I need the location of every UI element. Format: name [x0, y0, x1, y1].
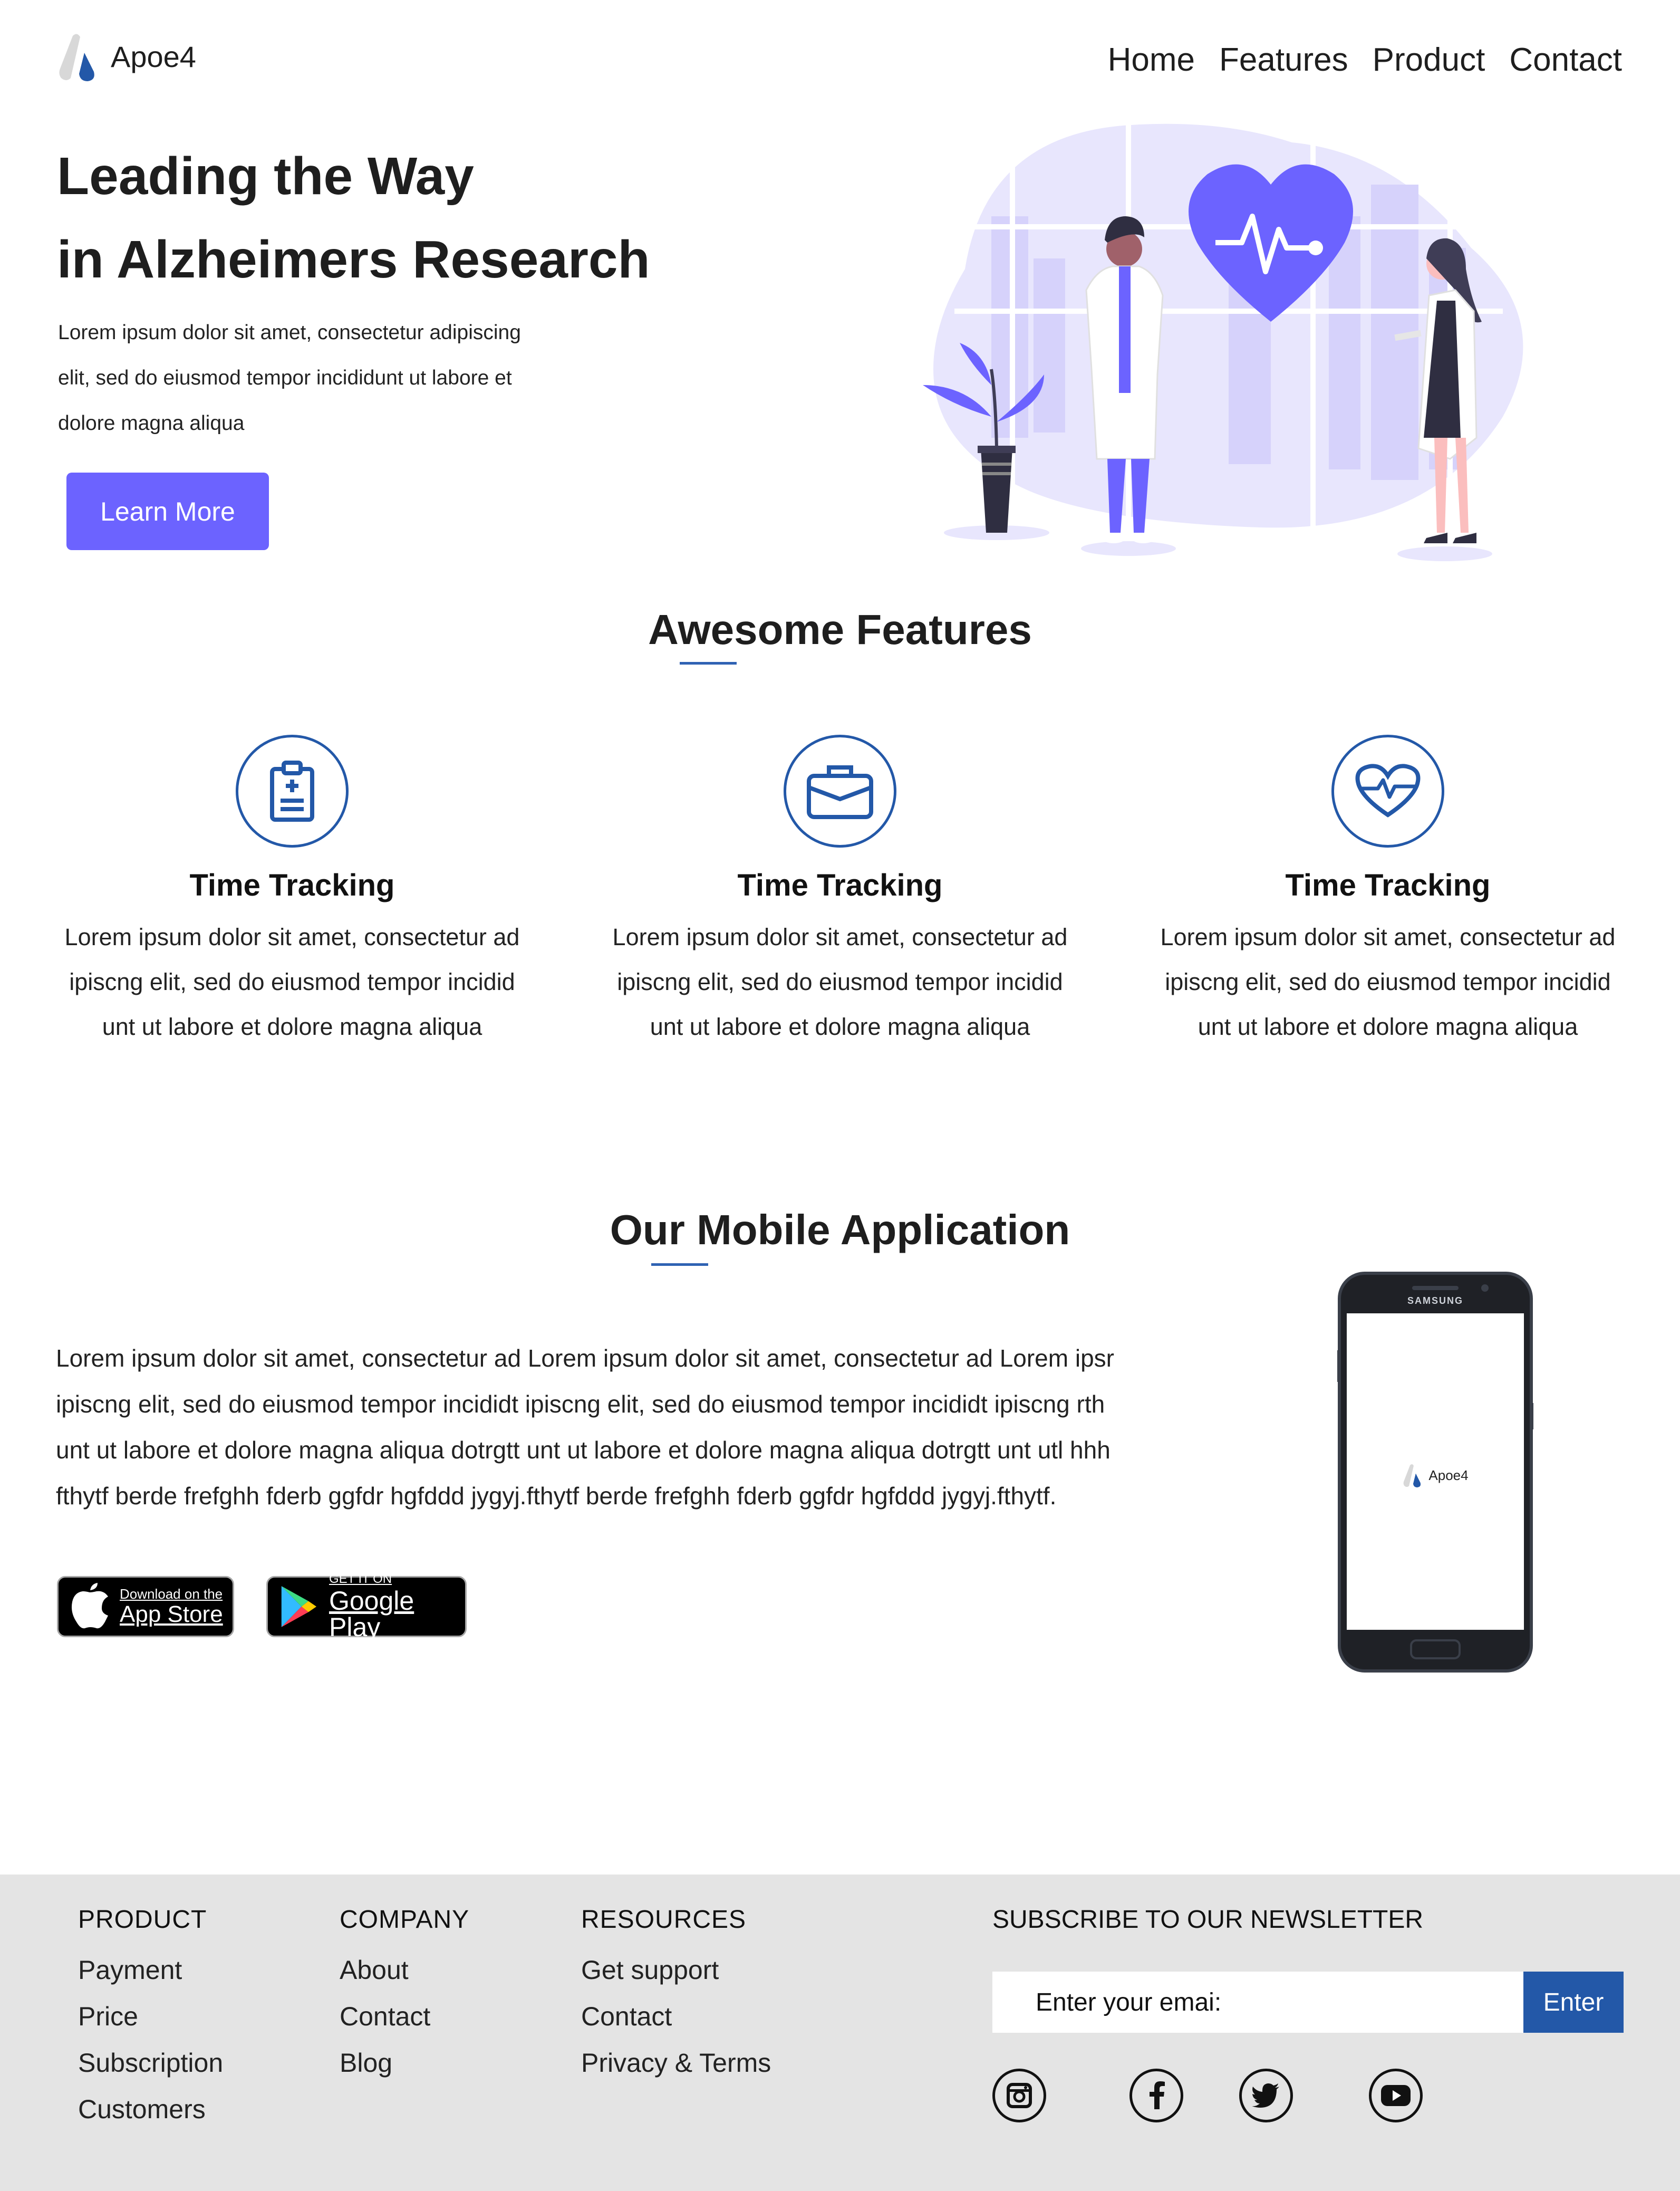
google-play-small-text: GET IT ON: [329, 1572, 392, 1586]
google-play-big-text: Google Play: [329, 1586, 414, 1642]
feature-icon-circle: [1331, 735, 1444, 848]
feature-description: Lorem ipsum dolor sit amet, consectetur …: [612, 924, 1068, 1040]
feature-title: Time Tracking: [189, 868, 395, 902]
brand-logo[interactable]: Apoe4: [57, 32, 196, 81]
hero-desc-line3: dolore magna aliqua: [58, 412, 245, 435]
footer-resources-heading: RESOURCES: [581, 1906, 747, 1934]
apoe4-logo-icon: [1403, 1464, 1421, 1487]
mobile-app-title: Our Mobile Application: [610, 1206, 1070, 1253]
footer-link-customers[interactable]: Customers: [78, 2096, 223, 2123]
nav-product[interactable]: Product: [1373, 41, 1485, 79]
feature-icon-circle: [236, 735, 349, 848]
features-title-underline: [680, 662, 737, 665]
features-title: Awesome Features: [648, 606, 1032, 653]
youtube-link[interactable]: [1369, 2069, 1423, 2122]
clipboard-medical-icon: [270, 761, 314, 822]
nav-features[interactable]: Features: [1219, 41, 1348, 79]
feature-description: Lorem ipsum dolor sit amet, consectetur …: [1160, 924, 1616, 1040]
newsletter-enter-button[interactable]: Enter: [1523, 1972, 1624, 2033]
youtube-icon: [1381, 2085, 1411, 2106]
heart-pulse-icon: [1355, 764, 1421, 818]
phone-app-name: Apoe4: [1428, 1467, 1469, 1483]
feature-title: Time Tracking: [737, 868, 943, 902]
footer-link-price[interactable]: Price: [78, 2003, 223, 2030]
mobile-app-description: Lorem ipsum dolor sit amet, consectetur …: [56, 1344, 1114, 1510]
feature-card: Time Tracking Lorem ipsum dolor sit amet…: [1151, 735, 1625, 1049]
footer-link-contact-resources[interactable]: Contact: [581, 2003, 771, 2030]
brand-name: Apoe4: [111, 40, 196, 73]
footer-link-payment[interactable]: Payment: [78, 1956, 223, 1984]
feature-card: Time Tracking Lorem ipsum dolor sit amet…: [55, 735, 529, 1049]
footer-resources-column: RESOURCES Get support Contact Privacy & …: [581, 1905, 771, 2077]
feature-title: Time Tracking: [1285, 868, 1491, 902]
apple-icon: [72, 1583, 108, 1629]
doctors-heart-illustration: [923, 121, 1523, 561]
facebook-link[interactable]: [1129, 2069, 1183, 2122]
hero-desc-line1: Lorem ipsum dolor sit amet, consectetur …: [58, 321, 521, 344]
briefcase-icon: [807, 765, 873, 819]
instagram-link[interactable]: [992, 2069, 1046, 2122]
mobile-title-underline: [651, 1263, 708, 1266]
footer-link-get-support[interactable]: Get support: [581, 1956, 771, 1984]
hero-title-line1: Leading the Way: [57, 147, 474, 206]
footer: PRODUCT Payment Price Subscription Custo…: [0, 1875, 1680, 2191]
phone-brand-label: SAMSUNG: [1407, 1295, 1463, 1306]
footer-company-heading: COMPANY: [340, 1906, 470, 1934]
instagram-icon: [1007, 2083, 1032, 2108]
app-store-small-text: Download on the: [120, 1586, 223, 1602]
feature-icon-circle: [784, 735, 896, 848]
app-store-big-text: App Store: [120, 1601, 223, 1627]
footer-product-heading: PRODUCT: [78, 1906, 207, 1934]
nav-contact[interactable]: Contact: [1509, 41, 1622, 79]
facebook-icon: [1150, 2081, 1165, 2109]
footer-link-blog[interactable]: Blog: [340, 2049, 469, 2077]
newsletter-heading: SUBSCRIBE TO OUR NEWSLETTER: [992, 1906, 1424, 1934]
hero-description: Lorem ipsum dolor sit amet, consectetur …: [58, 310, 585, 446]
apoe4-logo-icon: [59, 34, 94, 81]
nav-home[interactable]: Home: [1108, 41, 1195, 79]
twitter-link[interactable]: [1239, 2069, 1293, 2122]
footer-product-column: PRODUCT Payment Price Subscription Custo…: [78, 1905, 223, 2123]
hero-desc-line2: elit, sed do eiusmod tempor incididunt u…: [58, 367, 512, 389]
phone-mockup: SAMSUNG Apoe4: [1337, 1271, 1533, 1673]
newsletter-email-input[interactable]: [992, 1972, 1523, 2033]
main-nav: Home Features Product Contact: [1108, 41, 1622, 79]
app-store-badge[interactable]: Download on the App Store: [57, 1576, 234, 1637]
twitter-icon: [1252, 2083, 1279, 2108]
google-play-badge[interactable]: GET IT ON Google Play: [266, 1572, 467, 1642]
footer-link-privacy-terms[interactable]: Privacy & Terms: [581, 2049, 771, 2077]
google-play-icon: [281, 1586, 317, 1627]
phone-app-logo: Apoe4: [1337, 1463, 1533, 1487]
hero-title: Leading the Way in Alzheimers Research: [57, 134, 650, 301]
feature-description: Lorem ipsum dolor sit amet, consectetur …: [64, 924, 520, 1040]
feature-card: Time Tracking Lorem ipsum dolor sit amet…: [603, 735, 1077, 1049]
footer-link-about[interactable]: About: [340, 1956, 469, 1984]
footer-link-subscription[interactable]: Subscription: [78, 2049, 223, 2077]
footer-company-column: COMPANY About Contact Blog: [340, 1905, 469, 2077]
footer-link-contact[interactable]: Contact: [340, 2003, 469, 2030]
learn-more-button[interactable]: Learn More: [66, 473, 269, 550]
hero-title-line2: in Alzheimers Research: [57, 230, 650, 289]
